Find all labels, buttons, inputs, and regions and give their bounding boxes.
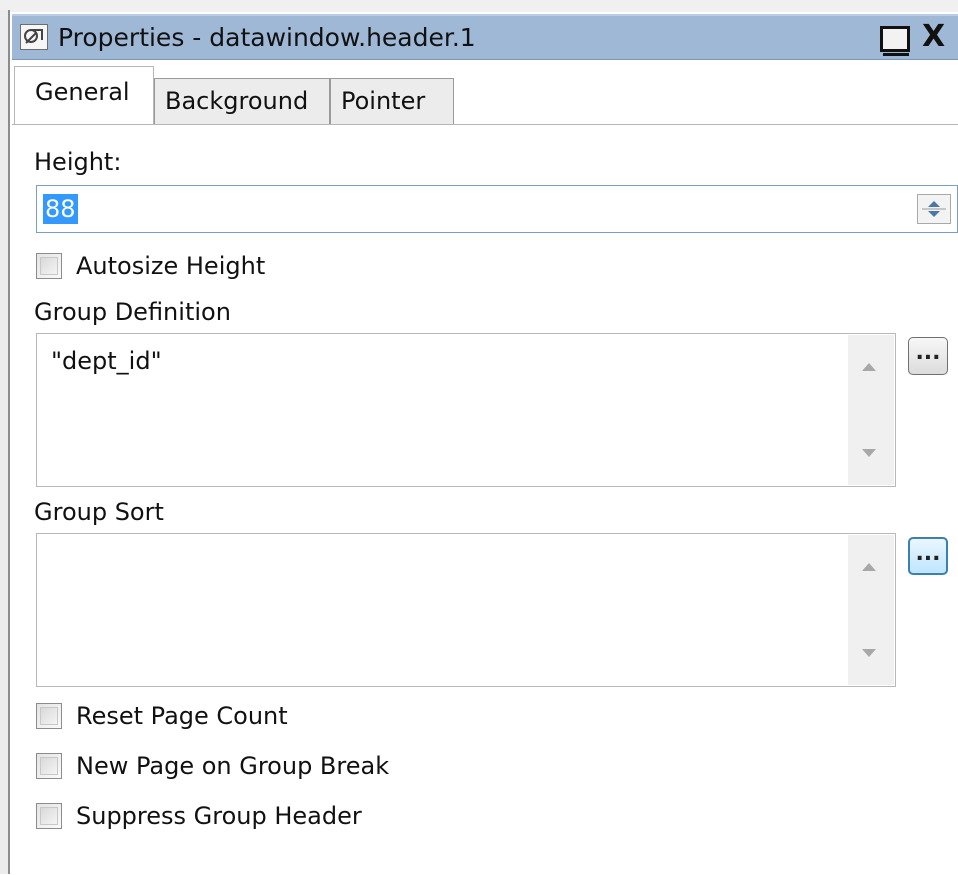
tab-pointer[interactable]: Pointer <box>330 78 454 124</box>
scroll-down-arrow-icon[interactable] <box>862 449 876 457</box>
scroll-up-arrow-icon[interactable] <box>862 563 876 571</box>
new-page-on-group-break-label: New Page on Group Break <box>76 752 390 780</box>
suppress-group-header-label: Suppress Group Header <box>76 802 362 830</box>
title-bar[interactable]: Properties - datawindow.header.1 X <box>12 14 958 60</box>
group-sort-ellipsis-button[interactable]: ... <box>908 537 948 575</box>
scroll-up-arrow-icon[interactable] <box>862 363 876 371</box>
autosize-height-label: Autosize Height <box>76 252 266 280</box>
group-sort-textarea[interactable] <box>36 533 896 687</box>
new-page-on-group-break-checkbox[interactable] <box>36 753 62 779</box>
tab-label: Background <box>165 87 309 115</box>
tab-label: General <box>35 78 130 106</box>
height-label: Height: <box>34 148 122 176</box>
tab-background[interactable]: Background <box>154 78 330 124</box>
group-definition-scrollbar[interactable] <box>848 335 894 485</box>
group-sort-label: Group Sort <box>34 498 164 526</box>
group-definition-label: Group Definition <box>34 298 231 326</box>
autosize-height-checkbox[interactable] <box>36 253 62 279</box>
window-left-frame <box>0 10 10 874</box>
reset-page-count-label: Reset Page Count <box>76 702 288 730</box>
group-definition-ellipsis-button[interactable]: ... <box>908 337 948 375</box>
suppress-group-header-checkbox[interactable] <box>36 803 62 829</box>
properties-icon <box>20 24 48 50</box>
window-title: Properties - datawindow.header.1 <box>58 23 476 52</box>
general-panel: Height: 88 Autosize Height Group Definit… <box>12 124 958 875</box>
scroll-down-arrow-icon[interactable] <box>862 649 876 657</box>
window-top-frame <box>0 0 958 12</box>
properties-window: Properties - datawindow.header.1 X Backg… <box>0 0 958 875</box>
group-sort-scrollbar[interactable] <box>848 535 894 685</box>
reset-page-count-checkbox[interactable] <box>36 703 62 729</box>
group-definition-textarea[interactable]: "dept_id" <box>36 333 896 487</box>
spinner-arrows-icon[interactable] <box>917 194 951 224</box>
maximize-icon[interactable] <box>880 26 910 56</box>
height-value[interactable]: 88 <box>43 194 78 224</box>
close-icon[interactable]: X <box>922 18 945 56</box>
tab-strip: Background Pointer General <box>12 60 958 124</box>
tab-general[interactable]: General <box>14 66 154 124</box>
group-definition-value: "dept_id" <box>51 347 162 375</box>
tab-label: Pointer <box>341 87 426 115</box>
height-spin-input[interactable]: 88 <box>36 185 958 233</box>
